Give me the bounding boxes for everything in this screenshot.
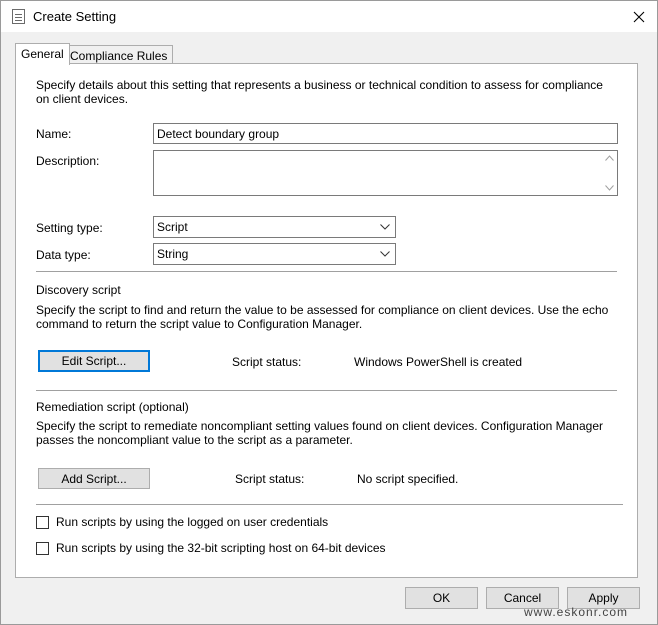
setting-type-label: Setting type: — [36, 221, 103, 235]
remediation-status-label: Script status: — [235, 472, 305, 486]
description-scrollbar[interactable] — [602, 151, 617, 195]
general-intro: Specify details about this setting that … — [36, 78, 603, 106]
data-type-label: Data type: — [36, 248, 91, 262]
run-logged-on-checkbox[interactable] — [36, 516, 49, 529]
description-field — [153, 150, 618, 196]
data-type-select[interactable]: String — [153, 243, 396, 265]
tab-compliance-rules-label: Compliance Rules — [70, 49, 168, 63]
discovery-status-label: Script status: — [232, 355, 302, 369]
separator — [36, 390, 617, 392]
run-logged-on-label[interactable]: Run scripts by using the logged on user … — [56, 515, 328, 529]
separator — [36, 271, 617, 273]
discovery-status-value: Windows PowerShell is created — [354, 355, 523, 369]
description-label: Description: — [36, 154, 100, 168]
title-bar: Create Setting — [1, 1, 657, 32]
description-input[interactable] — [153, 150, 618, 196]
data-type-value: String — [157, 247, 189, 261]
name-label: Name: — [36, 127, 72, 141]
edit-script-button[interactable]: Edit Script... — [38, 350, 150, 372]
setting-type-value: Script — [157, 220, 188, 234]
scroll-up-icon[interactable] — [605, 155, 614, 161]
add-script-button[interactable]: Add Script... — [38, 468, 150, 489]
discovery-description: Specify the script to find and return th… — [36, 303, 609, 331]
setting-type-select[interactable]: Script — [153, 216, 396, 238]
name-input[interactable] — [153, 123, 618, 144]
remediation-heading: Remediation script (optional) — [36, 400, 189, 414]
create-setting-dialog: Create Setting General Compliance Rules … — [0, 0, 658, 625]
window-title: Create Setting — [33, 9, 117, 24]
document-icon — [12, 9, 25, 24]
remediation-status-value: No script specified. — [357, 472, 459, 486]
remediation-description: Specify the script to remediate noncompl… — [36, 419, 603, 447]
chevron-down-icon — [380, 251, 390, 257]
close-icon — [633, 11, 645, 22]
tab-general[interactable]: General — [15, 43, 70, 65]
run-32bit-label[interactable]: Run scripts by using the 32-bit scriptin… — [56, 541, 386, 555]
general-panel: Specify details about this setting that … — [15, 63, 638, 578]
discovery-heading: Discovery script — [36, 283, 121, 297]
ok-button[interactable]: OK — [405, 587, 478, 609]
watermark-text: www.eskonr.com — [524, 605, 629, 619]
tab-compliance-rules[interactable]: Compliance Rules — [64, 45, 174, 65]
scroll-down-icon[interactable] — [605, 185, 614, 191]
run-32bit-checkbox[interactable] — [36, 542, 49, 555]
separator — [36, 504, 623, 506]
tab-general-label: General — [21, 47, 64, 61]
chevron-down-icon — [380, 224, 390, 230]
close-button[interactable] — [621, 1, 657, 32]
